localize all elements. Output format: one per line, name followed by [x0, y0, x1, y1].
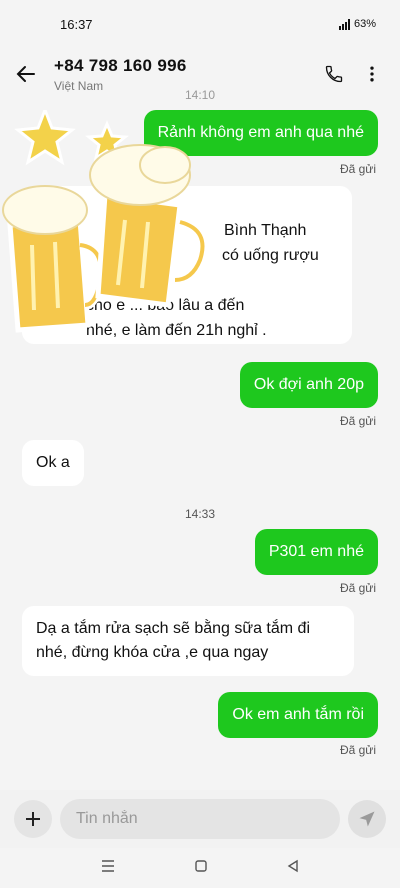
menu-icon[interactable]: [100, 859, 116, 878]
chat-area[interactable]: 14:10 Rảnh không em anh qua nhé Đã gửi B…: [0, 88, 400, 790]
message-line: Bình Thạnh: [224, 222, 307, 239]
system-nav-bar: [0, 848, 400, 888]
contact-name: +84 798 160 996: [54, 55, 187, 75]
send-icon[interactable]: [348, 800, 386, 838]
message-input[interactable]: [60, 799, 340, 839]
phone-icon[interactable]: [320, 60, 348, 88]
plus-icon[interactable]: [14, 800, 52, 838]
message-outgoing[interactable]: Ok đợi anh 20p: [239, 362, 378, 408]
status-time: 16:37: [60, 16, 93, 32]
back-triangle-icon[interactable]: [286, 859, 300, 878]
message-incoming[interactable]: Bình Thạnh có uống rượu b... ý. cho e ..…: [22, 186, 352, 344]
message-status: Đã gửi: [339, 414, 376, 428]
home-icon[interactable]: [194, 859, 208, 878]
message-incoming[interactable]: Dạ a tắm rửa sạch sẽ bằng sữa tắm đi nhé…: [22, 606, 354, 676]
status-bar: 16:37 63%: [0, 0, 400, 48]
message-incoming[interactable]: Ok a: [22, 440, 84, 486]
more-vert-icon[interactable]: [358, 60, 386, 88]
message-status: Đã gửi: [339, 581, 376, 595]
message-line: cho e ... bao lâu a đến: [86, 297, 245, 314]
signal-icon: [338, 18, 350, 30]
back-arrow-icon[interactable]: [14, 62, 38, 86]
message-line: nhé, e làm đến 21h nghỉ .: [86, 322, 267, 339]
message-line: có uống rượu: [222, 247, 319, 264]
message-outgoing[interactable]: Rảnh không em anh qua nhé: [143, 110, 378, 156]
message-outgoing[interactable]: Ok em anh tắm rồi: [218, 692, 378, 738]
battery-level: 63%: [353, 18, 376, 30]
composer-bar: [0, 790, 400, 848]
time-separator: 14:33: [184, 507, 216, 521]
contact-info[interactable]: +84 798 160 996 Việt Nam: [54, 56, 310, 93]
message-status: Đã gửi: [339, 162, 376, 176]
message-status: Đã gửi: [339, 743, 376, 757]
message-line: b... ý.: [126, 272, 166, 289]
time-separator-top: 14:10: [184, 88, 216, 102]
status-icons: 63%: [338, 18, 376, 30]
message-outgoing[interactable]: P301 em nhé: [254, 529, 378, 575]
